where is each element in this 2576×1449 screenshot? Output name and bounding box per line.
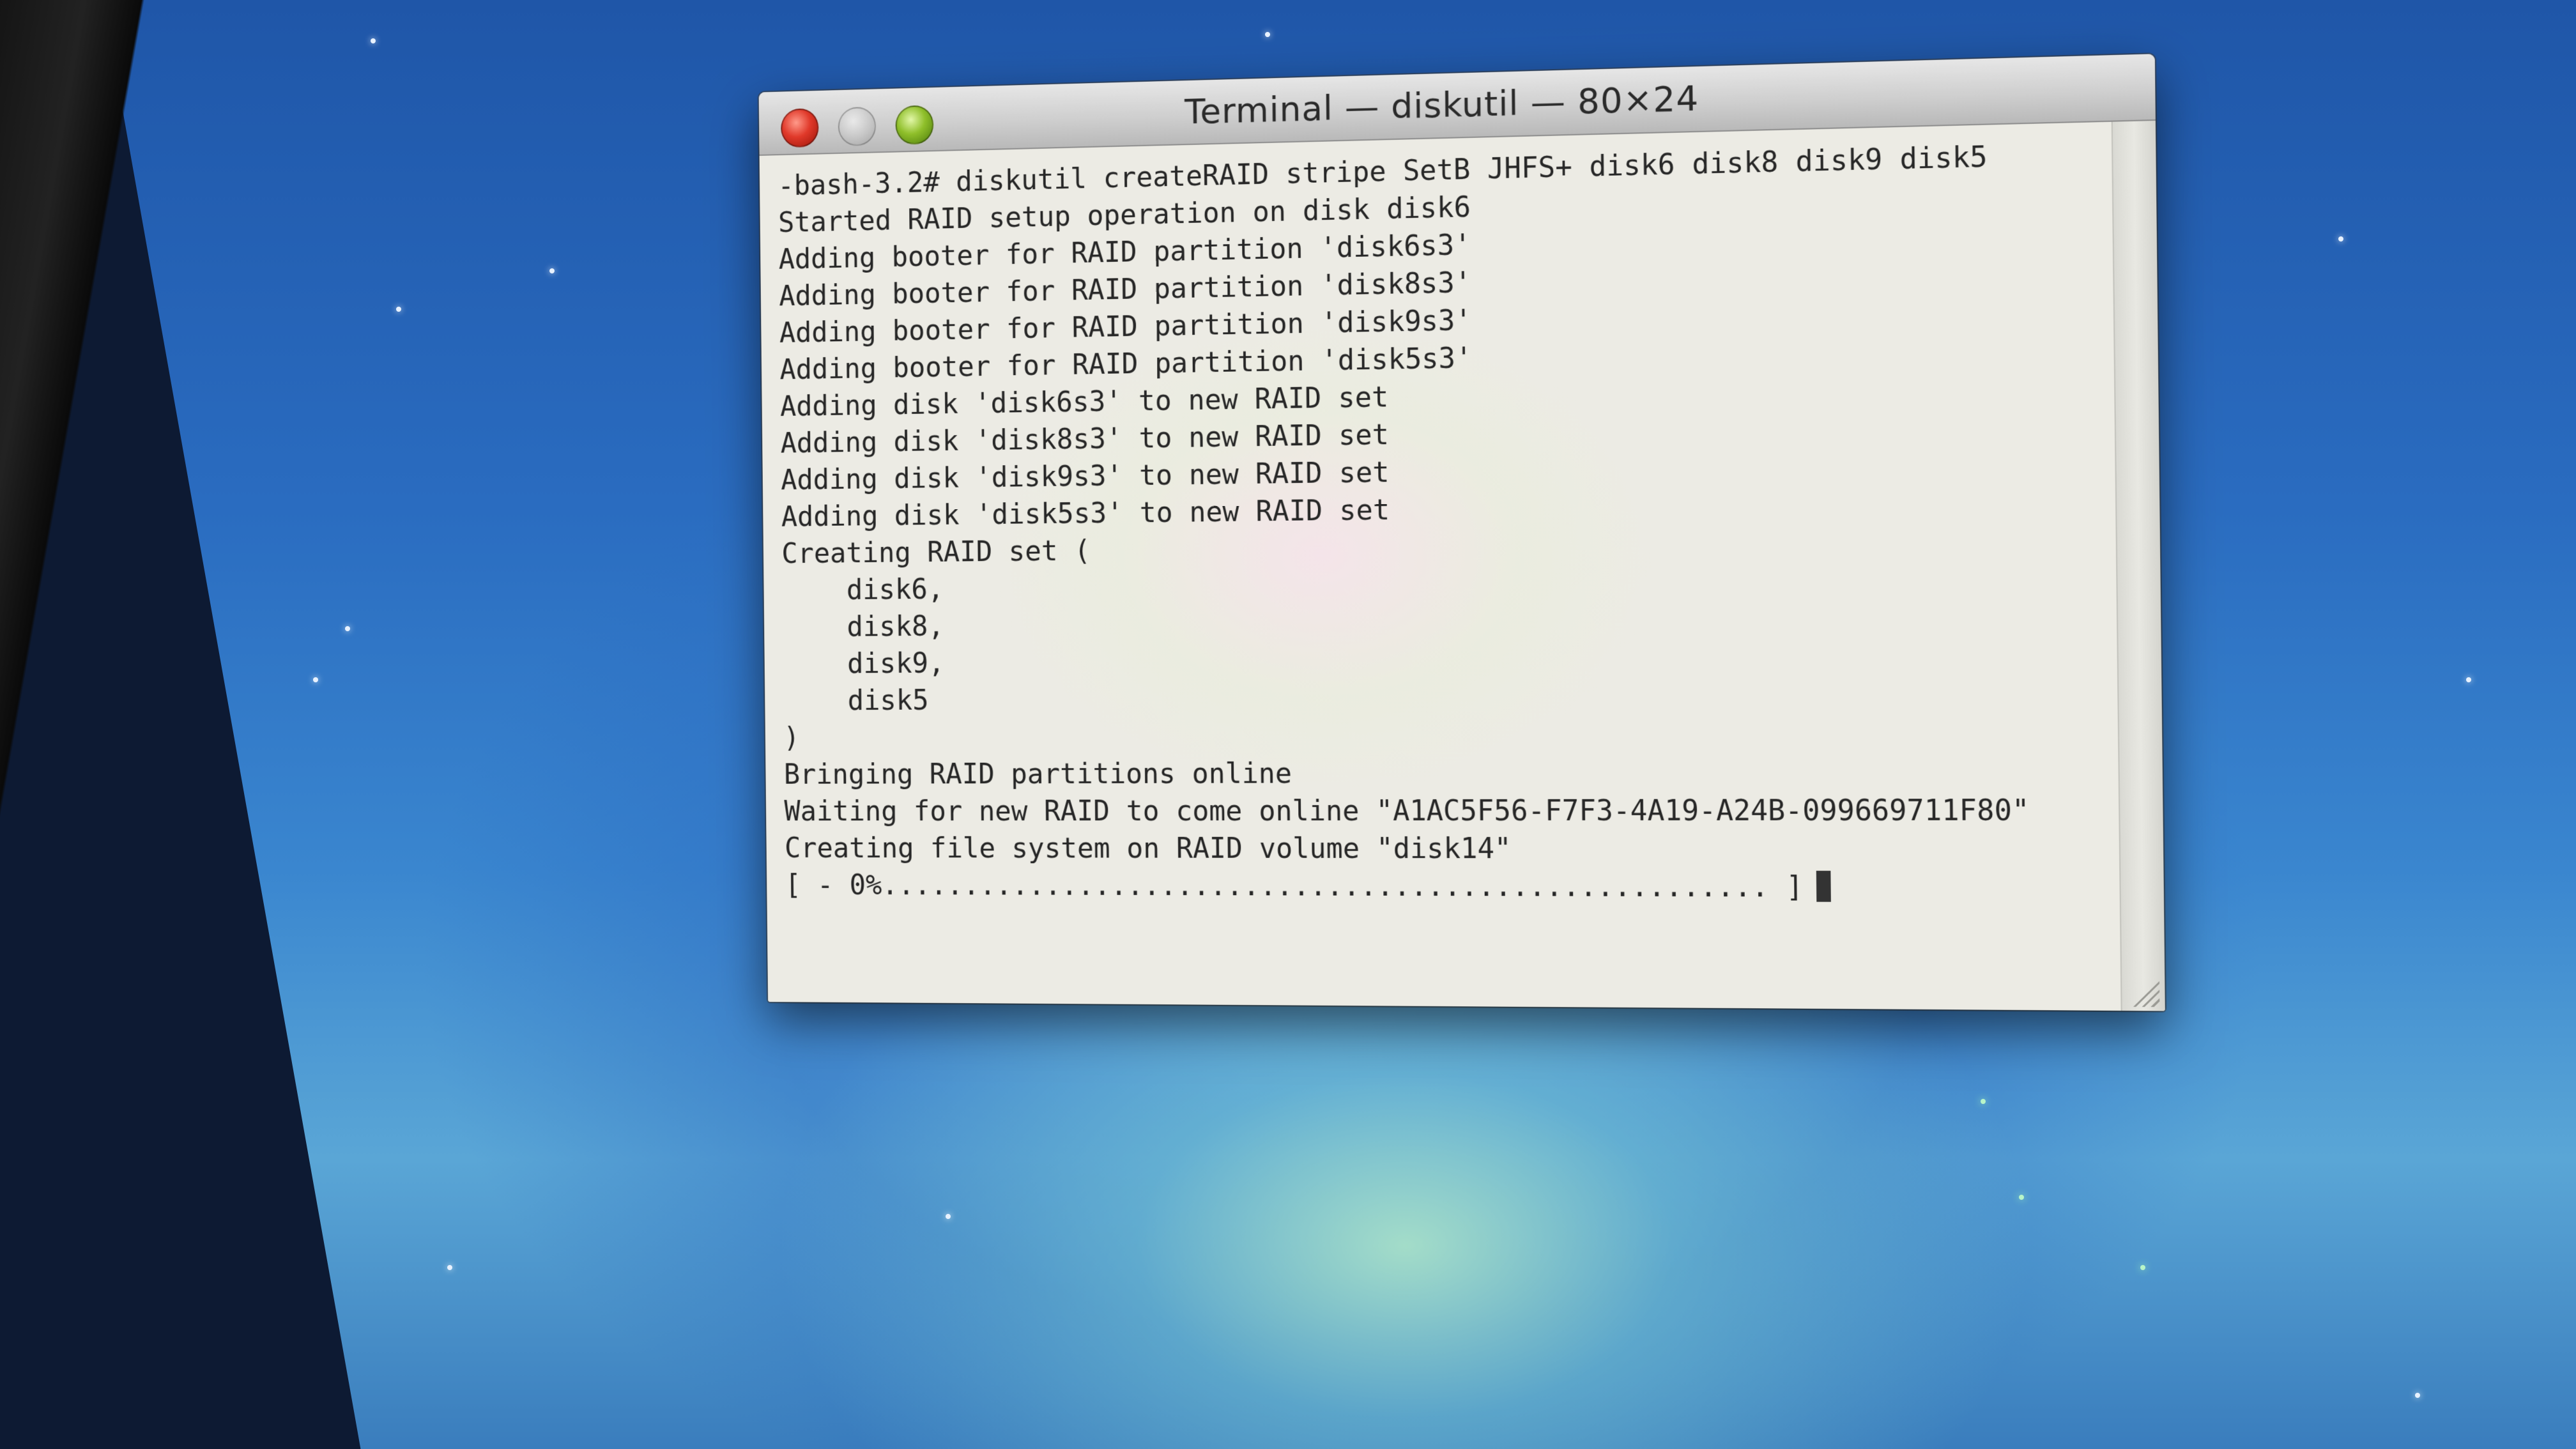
terminal-output[interactable]: -bash-3.2# diskutil createRAID stripe Se… bbox=[778, 137, 2030, 907]
terminal-line: disk5 bbox=[783, 684, 929, 717]
cursor-icon bbox=[1816, 870, 1831, 902]
progress-text: [ - 0%..................................… bbox=[785, 869, 1804, 904]
terminal-window[interactable]: Terminal — diskutil — 80×24 -bash-3.2# d… bbox=[758, 54, 2165, 1011]
terminal-content[interactable]: -bash-3.2# diskutil createRAID stripe Se… bbox=[759, 120, 2165, 1011]
terminal-line: disk9, bbox=[782, 647, 945, 680]
terminal-line: Waiting for new RAID to come online "A1A… bbox=[784, 793, 2030, 828]
terminal-line: Creating file system on RAID volume "dis… bbox=[784, 832, 1512, 866]
terminal-line: ) bbox=[783, 721, 800, 754]
terminal-line: Bringing RAID partitions online bbox=[783, 757, 1292, 791]
photo: Terminal — diskutil — 80×24 -bash-3.2# d… bbox=[0, 0, 2576, 1449]
resize-grip-icon[interactable] bbox=[2129, 977, 2160, 1008]
progress-line: [ - 0%..................................… bbox=[785, 867, 2030, 907]
